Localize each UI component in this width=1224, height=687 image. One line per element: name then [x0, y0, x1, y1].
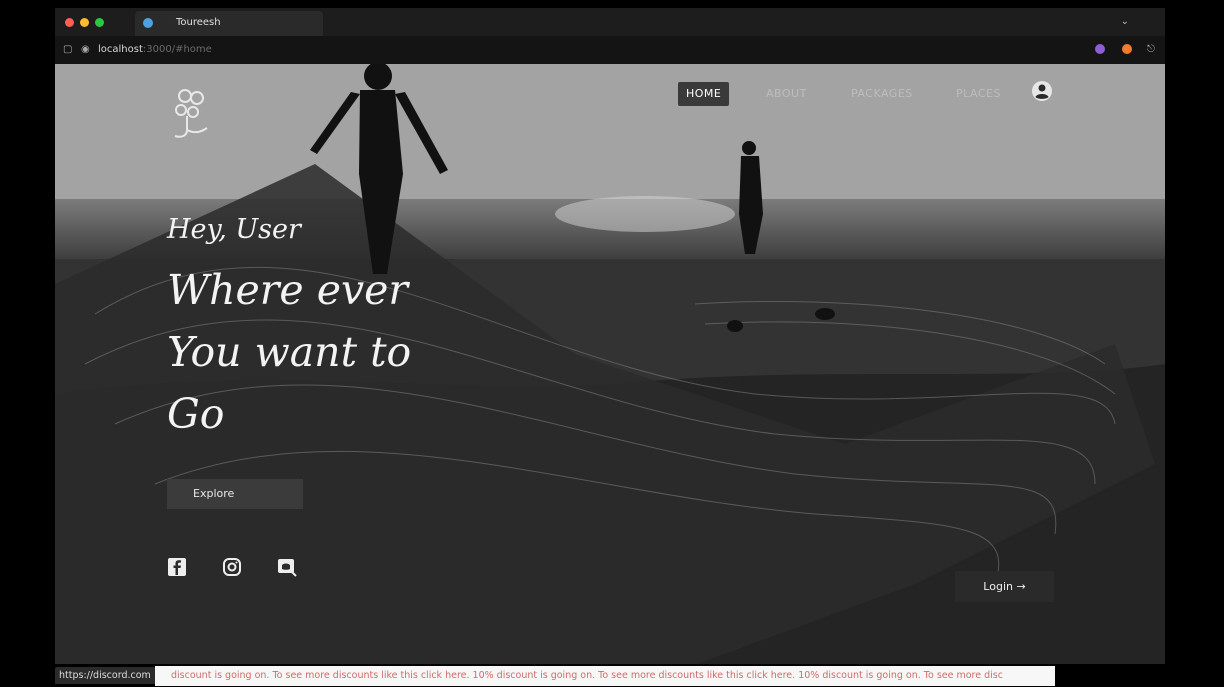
headline-line: Where ever	[167, 266, 408, 314]
site-info-icon[interactable]: ◉	[81, 44, 90, 55]
url-field[interactable]: localhost:3000/#home	[98, 44, 212, 55]
page-icon: ▢	[63, 44, 73, 55]
extension-icon[interactable]	[1095, 44, 1105, 54]
address-bar: ▢ ◉ localhost:3000/#home ⎋	[55, 36, 1165, 64]
title-bar: Toureesh ⌄	[55, 8, 1165, 36]
discount-marquee[interactable]: discount is going on. To see more discou…	[155, 666, 1055, 686]
close-window-button[interactable]	[65, 18, 74, 27]
discord-icon[interactable]	[277, 557, 297, 577]
headline-line: Go	[167, 390, 225, 438]
url-host: localhost	[98, 44, 143, 55]
facebook-icon[interactable]	[167, 557, 187, 577]
browser-window: Toureesh ⌄ ▢ ◉ localhost:3000/#home ⎋ HO…	[55, 8, 1165, 686]
status-bar: https://discord.com discount is going on…	[0, 664, 1224, 687]
user-avatar-icon[interactable]	[1031, 80, 1053, 102]
instagram-icon[interactable]	[222, 557, 242, 577]
browser-tab[interactable]: Toureesh	[135, 11, 323, 36]
login-button[interactable]: Login →	[955, 571, 1054, 602]
page-viewport: HOME ABOUT PACKAGES PLACES Hey, User Whe…	[55, 64, 1165, 672]
nav-about[interactable]: ABOUT	[766, 82, 807, 106]
url-path: :3000/#home	[142, 44, 212, 55]
greeting-text: Hey, User	[167, 214, 301, 245]
marquee-text: discount is going on. To see more discou…	[171, 670, 1003, 681]
nav-home[interactable]: HOME	[678, 82, 730, 106]
chevron-down-icon[interactable]: ⌄	[1121, 16, 1129, 27]
maximize-window-button[interactable]	[95, 18, 104, 27]
site-logo[interactable]	[167, 84, 217, 144]
nav-places[interactable]: PLACES	[956, 82, 1001, 106]
explore-button[interactable]: Explore	[167, 479, 303, 509]
tab-title: Toureesh	[176, 17, 221, 28]
headline-line: You want to	[167, 328, 412, 376]
hero-headline: Where ever You want to Go	[167, 259, 487, 445]
share-icon[interactable]: ⎋	[1147, 44, 1155, 55]
status-link-preview: https://discord.com	[55, 667, 155, 684]
favicon-icon	[143, 18, 153, 28]
brave-shield-icon[interactable]	[1122, 44, 1132, 54]
minimize-window-button[interactable]	[80, 18, 89, 27]
nav-packages[interactable]: PACKAGES	[851, 82, 913, 106]
